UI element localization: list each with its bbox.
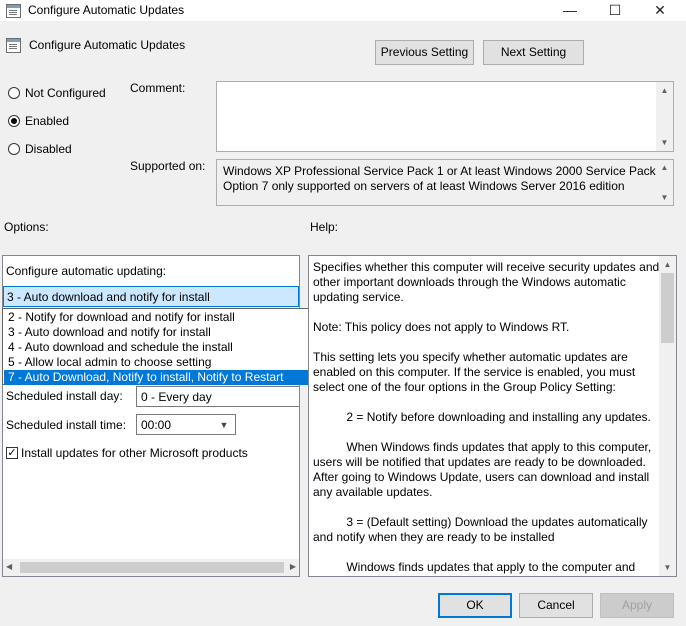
help-text-line: Specifies whether this computer will rec… xyxy=(313,260,660,274)
help-text-line: and notify when they are ready to be ins… xyxy=(313,530,555,544)
disabled-label: Disabled xyxy=(25,142,72,156)
apply-button[interactable]: Apply xyxy=(600,593,674,618)
help-text-line: enabled on this computer. If the service… xyxy=(313,365,636,379)
dropdown-option-selected[interactable]: 7 - Auto Download, Notify to install, No… xyxy=(4,370,330,385)
help-text-line: 3 = (Default setting) Download the updat… xyxy=(313,515,648,529)
configure-updating-list[interactable]: 2 - Notify for download and notify for i… xyxy=(2,308,330,385)
enabled-radio[interactable] xyxy=(8,115,20,127)
help-text-line: 2 = Notify before downloading and instal… xyxy=(313,410,651,424)
previous-setting-button[interactable]: Previous Setting xyxy=(375,40,474,65)
scroll-up-icon[interactable]: ▲ xyxy=(656,86,673,95)
not-configured-label: Not Configured xyxy=(25,86,106,100)
dropdown-option[interactable]: 5 - Allow local admin to choose setting xyxy=(4,355,330,370)
enabled-label: Enabled xyxy=(25,114,70,128)
cancel-button[interactable]: Cancel xyxy=(519,593,593,618)
supported-line: Windows XP Professional Service Pack 1 o… xyxy=(223,164,666,178)
help-text-line: users will be notified that updates are … xyxy=(313,455,646,469)
help-text-line: When Windows finds updates that apply to… xyxy=(313,440,652,454)
help-text-line: Note: This policy does not apply to Wind… xyxy=(313,320,570,334)
help-text-line: any available updates. xyxy=(313,485,433,499)
scroll-down-icon[interactable]: ▼ xyxy=(656,138,673,147)
help-text-line: After going to Windows Update, users can… xyxy=(313,470,650,484)
options-hscrollbar[interactable]: ◀ ▶ xyxy=(3,559,299,576)
options-panel: Configure automatic updating: 3 - Auto d… xyxy=(2,255,300,577)
help-scrollbar[interactable]: ▲ ▼ xyxy=(659,256,676,576)
close-button[interactable]: ✕ xyxy=(638,0,682,21)
supported-scrollbar[interactable]: ▲ ▼ xyxy=(656,160,673,205)
disabled-radio[interactable] xyxy=(8,143,20,155)
schedule-day-value: 0 - Every day xyxy=(141,390,212,404)
help-text-line: select one of the four options in the Gr… xyxy=(313,380,616,394)
next-setting-button[interactable]: Next Setting xyxy=(483,40,584,65)
other-products-label: Install updates for other Microsoft prod… xyxy=(21,446,248,460)
maximize-button[interactable]: ☐ xyxy=(593,0,637,21)
schedule-time-value: 00:00 xyxy=(141,418,172,432)
supported-line: Option 7 only supported on servers of at… xyxy=(223,179,625,193)
scroll-up-icon[interactable]: ▲ xyxy=(656,163,673,172)
configure-updating-value: 3 - Auto download and notify for install xyxy=(7,290,210,304)
scroll-right-icon[interactable]: ▶ xyxy=(290,562,296,571)
schedule-time-label: Scheduled install time: xyxy=(6,418,127,432)
configure-updating-dropdown[interactable]: 3 - Auto download and notify for install xyxy=(3,286,299,307)
scroll-down-icon[interactable]: ▼ xyxy=(656,193,673,202)
scroll-thumb[interactable] xyxy=(661,273,674,343)
help-label: Help: xyxy=(310,220,339,234)
schedule-time-dropdown[interactable]: 00:00 ▼ xyxy=(136,414,236,435)
scroll-left-icon[interactable]: ◀ xyxy=(6,562,12,571)
scroll-up-icon[interactable]: ▲ xyxy=(659,260,676,269)
schedule-day-label: Scheduled install day: xyxy=(6,389,123,403)
other-products-checkbox[interactable]: ✓ xyxy=(6,447,18,459)
chevron-down-icon: ▼ xyxy=(219,420,229,430)
policy-icon xyxy=(6,38,21,53)
policy-icon xyxy=(6,4,21,18)
dropdown-option[interactable]: 4 - Auto download and schedule the insta… xyxy=(4,340,330,355)
supported-on-label: Supported on: xyxy=(130,159,206,173)
comment-scrollbar[interactable]: ▲ ▼ xyxy=(656,82,673,151)
options-label: Options: xyxy=(4,220,49,234)
help-panel: Specifies whether this computer will rec… xyxy=(308,255,677,577)
comment-label: Comment: xyxy=(130,81,186,95)
configure-updating-label: Configure automatic updating: xyxy=(6,264,167,278)
scroll-down-icon[interactable]: ▼ xyxy=(659,563,676,572)
minimize-button[interactable]: — xyxy=(548,0,592,21)
dropdown-option[interactable]: 3 - Auto download and notify for install xyxy=(4,325,330,340)
dropdown-option[interactable]: 2 - Notify for download and notify for i… xyxy=(4,310,330,325)
schedule-day-dropdown[interactable]: 0 - Every day xyxy=(136,386,299,407)
scroll-thumb[interactable] xyxy=(20,562,284,573)
window-title: Configure Automatic Updates xyxy=(28,3,185,17)
help-text-line: This setting lets you specify whether au… xyxy=(313,350,628,364)
help-text-line: other important downloads through the Wi… xyxy=(313,275,626,289)
ok-button[interactable]: OK xyxy=(438,593,512,618)
comment-textarea[interactable]: ▲ ▼ xyxy=(216,81,674,152)
help-text-line: Windows finds updates that apply to the … xyxy=(313,560,636,574)
help-text-line: updating service. xyxy=(313,290,404,304)
supported-on-box: Windows XP Professional Service Pack 1 o… xyxy=(216,159,674,206)
setting-title: Configure Automatic Updates xyxy=(29,38,186,52)
not-configured-radio[interactable] xyxy=(8,87,20,99)
